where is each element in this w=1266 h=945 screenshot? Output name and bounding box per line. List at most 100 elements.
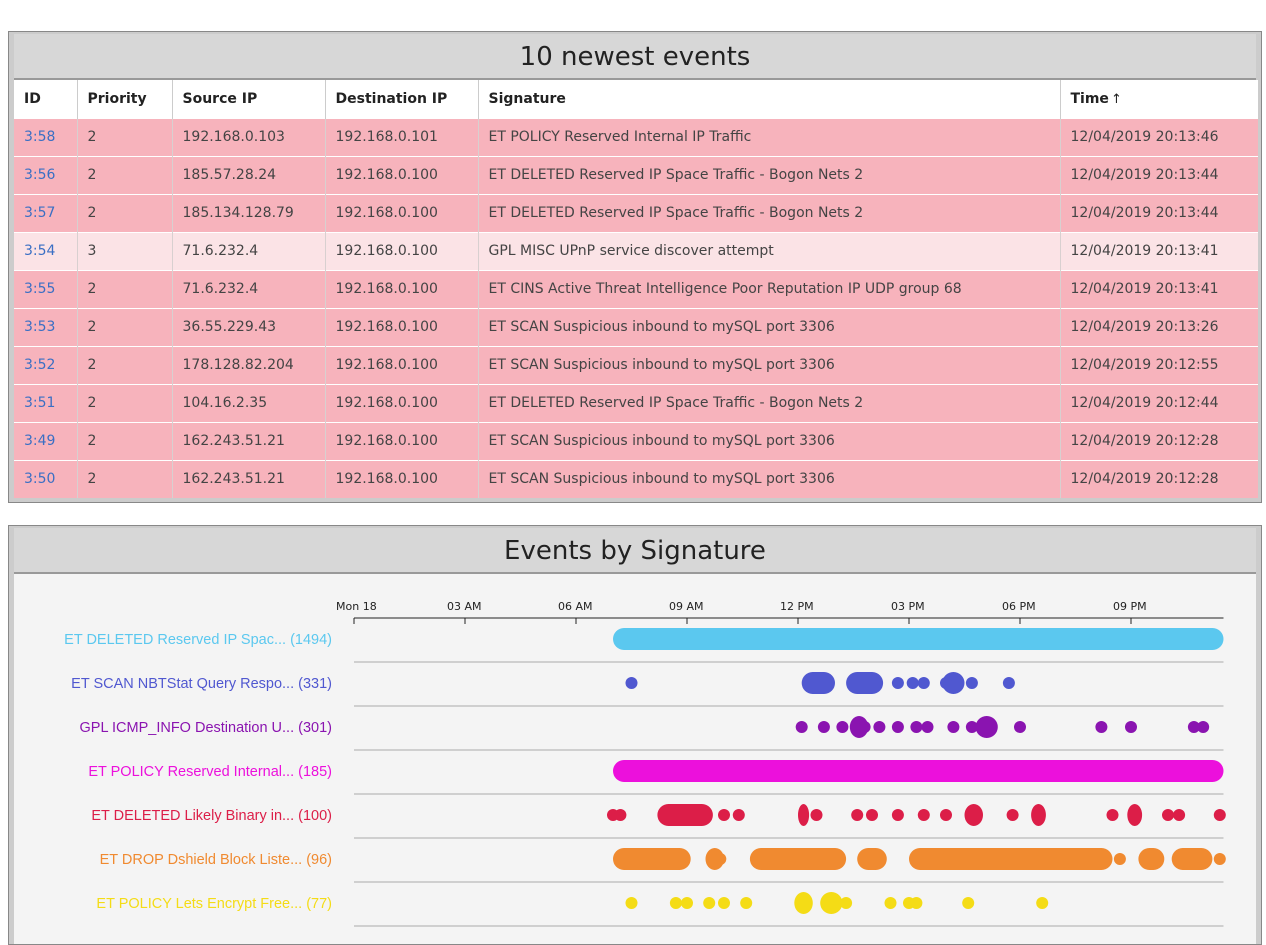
priority-cell: 2 <box>87 281 97 297</box>
time-cell: 12/04/2019 20:13:44 <box>1070 205 1219 221</box>
newest-events-title: 10 newest events <box>14 34 1256 80</box>
event-point-mark <box>614 809 627 821</box>
event-point-mark <box>840 897 853 909</box>
source-ip-cell: 185.57.28.24 <box>172 155 326 194</box>
source-ip-cell: 36.55.229.43 <box>172 307 326 346</box>
event-point-mark <box>625 897 638 909</box>
priority-cell: 2 <box>87 129 97 145</box>
table-row[interactable]: 3:51 2 104.16.2.35 192.168.0.100 ET DELETED … <box>14 383 1258 422</box>
column-header-priority[interactable]: Priority <box>77 80 173 118</box>
event-point-mark <box>947 721 960 733</box>
event-cluster-mark <box>975 716 998 738</box>
table-row[interactable]: 3:49 2 162.243.51.21 192.168.0.100 ET SCAN S… <box>14 421 1258 460</box>
event-point-mark <box>817 721 830 733</box>
source-ip-cell: 178.128.82.204 <box>172 345 326 384</box>
time-axis-tick-label: 03 PM <box>891 600 925 613</box>
priority-cell: 2 <box>87 167 97 183</box>
event-cluster-mark <box>613 848 691 870</box>
source-ip-cell: 71.6.232.4 <box>172 231 326 270</box>
event-id-cell: 3:56 <box>14 155 78 194</box>
event-id-link[interactable]: 3:53 <box>24 319 55 335</box>
event-point-mark <box>1213 809 1226 821</box>
event-id-link[interactable]: 3:50 <box>24 471 55 487</box>
event-point-mark <box>891 809 904 821</box>
signature-cell: ET DELETED Reserved IP Space Traffic - B… <box>478 383 1061 422</box>
signature-cell: ET SCAN Suspicious inbound to mySQL port… <box>478 421 1061 460</box>
destination-ip-cell: 192.168.0.101 <box>335 129 438 145</box>
event-cluster-mark <box>846 672 884 694</box>
event-point-mark <box>718 897 730 909</box>
signature-cell: ET DELETED Reserved IP Space Traffic - B… <box>478 155 1061 194</box>
priority-cell: 2 <box>77 269 173 308</box>
signature-cell: ET DELETED Reserved IP Space Traffic - B… <box>488 205 864 221</box>
event-id-link[interactable]: 3:57 <box>24 205 55 221</box>
destination-ip-cell: 192.168.0.100 <box>325 155 479 194</box>
event-id-cell: 3:57 <box>14 193 78 232</box>
source-ip-cell: 185.134.128.79 <box>182 205 294 221</box>
table-row[interactable]: 3:52 2 178.128.82.204 192.168.0.100 ET SCAN … <box>14 345 1258 384</box>
destination-ip-cell: 192.168.0.101 <box>325 117 479 156</box>
column-header-signature[interactable]: Signature <box>478 80 1061 118</box>
event-id-cell: 3:49 <box>14 421 78 460</box>
time-cell: 12/04/2019 20:13:41 <box>1070 243 1219 259</box>
column-header-source-ip[interactable]: Source IP <box>172 80 326 118</box>
event-id-link[interactable]: 3:58 <box>24 129 55 145</box>
time-cell: 12/04/2019 20:12:28 <box>1070 433 1219 449</box>
table-row[interactable]: 3:53 2 36.55.229.43 192.168.0.100 ET SCAN Su… <box>14 307 1258 346</box>
event-id-link[interactable]: 3:52 <box>24 357 55 373</box>
table-row[interactable]: 3:58 2 192.168.0.103 192.168.0.101 ET POLICY… <box>14 117 1258 156</box>
event-point-mark <box>891 721 904 733</box>
time-axis-tick-label: 12 PM <box>780 600 814 613</box>
table-row[interactable]: 3:56 2 185.57.28.24 192.168.0.100 ET DELETED… <box>14 155 1258 194</box>
time-cell: 12/04/2019 20:12:28 <box>1060 459 1258 498</box>
destination-ip-cell: 192.168.0.100 <box>335 471 438 488</box>
signature-label[interactable]: ET DELETED Reserved IP Spac... (1494) <box>64 632 332 648</box>
priority-cell: 2 <box>87 433 97 449</box>
signature-label[interactable]: GPL ICMP_INFO Destination U... (301) <box>80 720 333 736</box>
signature-label[interactable]: ET POLICY Reserved Internal... (185) <box>88 764 332 780</box>
event-cluster-mark <box>613 760 1224 782</box>
destination-ip-cell: 192.168.0.100 <box>325 383 479 422</box>
source-ip-cell: 162.243.51.21 <box>182 471 285 488</box>
event-id-link[interactable]: 3:55 <box>24 281 55 297</box>
time-axis-tick-label: Mon 18 <box>336 600 377 613</box>
signature-cell: ET SCAN Suspicious inbound to mySQL port… <box>478 459 1061 498</box>
table-row[interactable]: 3:57 2 185.134.128.79 192.168.0.100 ET DELET… <box>14 193 1258 232</box>
table-row[interactable]: 3:55 2 71.6.232.4 192.168.0.100 ET CINS Acti… <box>14 269 1258 308</box>
event-point-mark <box>1197 721 1210 733</box>
event-point-mark <box>940 809 952 821</box>
event-cluster-mark <box>1171 848 1213 870</box>
column-header-destination-ip[interactable]: Destination IP <box>325 80 479 118</box>
event-point-mark <box>1095 721 1108 733</box>
column-header-time[interactable]: Time ↑ <box>1060 80 1258 118</box>
event-id-link[interactable]: 3:56 <box>24 167 55 183</box>
event-id-cell: 3:51 <box>14 383 78 422</box>
priority-cell: 2 <box>77 117 173 156</box>
signature-cell: ET POLICY Reserved Internal IP Traffic <box>478 117 1061 156</box>
event-id-link[interactable]: 3:49 <box>24 433 55 449</box>
signature-cell: GPL MISC UPnP service discover attempt <box>478 231 1061 270</box>
event-point-mark <box>1014 721 1026 733</box>
event-point-mark <box>810 809 823 821</box>
signature-cell: ET SCAN Suspicious inbound to mySQL port… <box>488 319 835 335</box>
destination-ip-cell: 192.168.0.100 <box>325 269 479 308</box>
destination-ip-cell: 192.168.0.100 <box>335 281 438 297</box>
signature-label[interactable]: ET DROP Dshield Block Liste... (96) <box>100 852 332 868</box>
destination-ip-cell: 192.168.0.100 <box>325 231 479 270</box>
column-header-id[interactable]: ID <box>14 80 78 118</box>
priority-cell: 3 <box>87 243 97 259</box>
signature-label[interactable]: ET POLICY Lets Encrypt Free... (77) <box>96 896 332 912</box>
signature-label[interactable]: ET SCAN NBTStat Query Respo... (331) <box>71 676 332 692</box>
table-row[interactable]: 3:50 2 162.243.51.21 192.168.0.100 ET SCAN S… <box>14 459 1258 498</box>
event-point-mark <box>884 897 897 909</box>
signature-label[interactable]: ET DELETED Likely Binary in... (100) <box>91 808 332 824</box>
event-cluster-mark <box>794 892 813 914</box>
event-cluster-mark <box>749 848 847 870</box>
signature-cell: ET SCAN Suspicious inbound to mySQL port… <box>488 433 835 449</box>
table-row[interactable]: 3:54 3 71.6.232.4 192.168.0.100 GPL MISC UPn… <box>14 231 1258 270</box>
event-point-mark <box>714 853 727 865</box>
events-by-signature-panel: Events by Signature Mon 18 03 AM 06 AM 09 A… <box>8 525 1262 945</box>
event-id-link[interactable]: 3:54 <box>24 243 55 259</box>
event-id-link[interactable]: 3:51 <box>24 395 55 411</box>
event-point-mark <box>921 721 934 733</box>
